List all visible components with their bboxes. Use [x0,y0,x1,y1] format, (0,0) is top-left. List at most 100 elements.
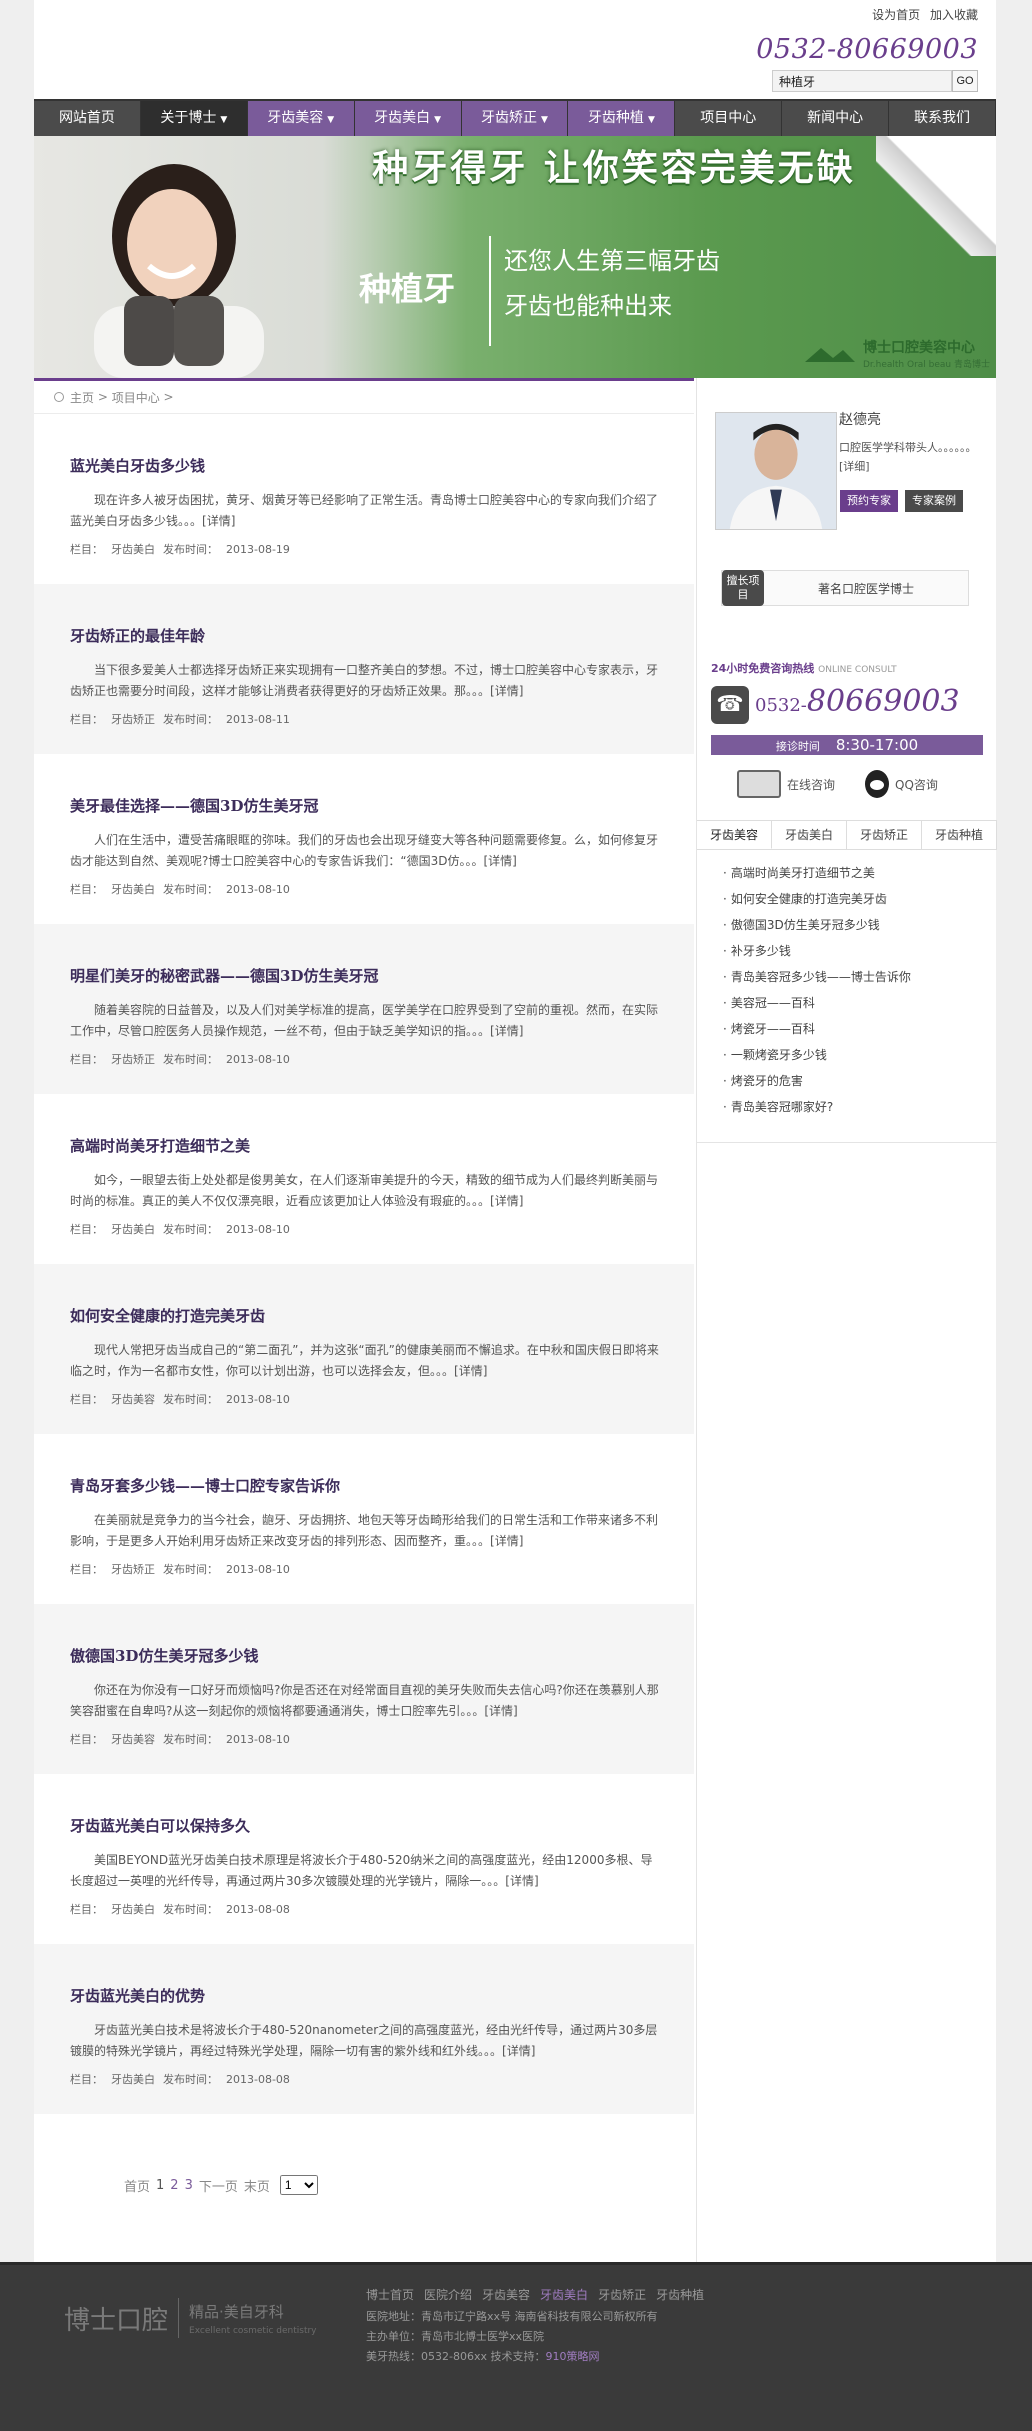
pager-first[interactable]: 首页 [124,2176,150,2195]
article-category[interactable]: 牙齿美白 [111,883,155,896]
article-more-link[interactable]: [详情] [490,684,523,698]
pager-page-3[interactable]: 3 [185,2178,193,2193]
nav-item-label: 牙齿种植 [587,110,644,126]
pager-next[interactable]: 下一页 [199,2176,238,2195]
footer-link[interactable]: 医院介绍 [424,2288,472,2302]
footer-link[interactable]: 牙齿矫正 [598,2288,646,2302]
article-title[interactable]: 牙齿矫正的最佳年龄 [70,625,205,646]
nav-item-4[interactable]: 牙齿矫正 ▼ [461,101,569,136]
article-category-prefix: 栏目： [70,1903,103,1916]
footer-logo-divider [178,2298,180,2338]
office-hours: 接诊时间 8:30-17:00 [711,735,983,755]
article-more-link[interactable]: [详情] [490,1534,523,1548]
article-more-link[interactable]: [详情] [454,1364,487,1378]
sidebar-link[interactable]: 高端时尚美牙打造细节之美 [723,860,911,886]
banner-subline-2: 牙齿也能种出来 [504,292,672,320]
article-more-link[interactable]: [详情] [490,1024,523,1038]
sidebar-link[interactable]: 烤瓷牙——百科 [723,1016,911,1042]
sidebar-tab-3[interactable]: 牙齿种植 [922,821,997,849]
online-consult-link[interactable]: 在线咨询 [737,770,835,798]
sidebar-link[interactable]: 美容冠——百科 [723,990,911,1016]
article-category[interactable]: 牙齿美容 [111,1393,155,1406]
article-title[interactable]: 青岛牙套多少钱——博士口腔专家告诉你 [70,1475,340,1496]
nav-item-label: 新闻中心 [807,110,864,126]
banner-subline-1: 还您人生第三幅牙齿 [504,247,720,275]
sidebar-tab-0[interactable]: 牙齿美容 [697,821,772,849]
footer-link[interactable]: 牙齿美白 [540,2288,588,2302]
breadcrumb-separator: > [159,390,174,404]
article-meta: 栏目： 牙齿美容 发布时间： 2013-08-10 [70,1391,298,1407]
article-meta: 栏目： 牙齿美白 发布时间： 2013-08-08 [70,1901,298,1917]
banner: 种牙得牙 让你笑容完美无缺 种植牙 还您人生第三幅牙齿 牙齿也能种出来 博士口腔… [34,136,996,378]
article-date: 2013-08-11 [226,713,290,726]
sidebar-link[interactable]: 青岛美容冠多少钱——博士告诉你 [723,964,911,990]
nav-item-1[interactable]: 关于博士 ▼ [140,101,248,136]
breadcrumb-separator: > [94,390,112,404]
sidebar-link[interactable]: 烤瓷牙的危害 [723,1068,911,1094]
search-button[interactable]: GO [952,70,978,92]
hotline-number: 0532-80669003 [755,684,960,719]
expert-desc-text: 口腔医学学科带头人。。。。。。 [839,441,977,454]
sidebar-link[interactable]: 青岛美容冠哪家好? [723,1094,911,1120]
nav-item-label: 项目中心 [700,110,757,126]
breadcrumb-current[interactable]: 项目中心 [112,389,160,406]
article-category[interactable]: 牙齿矫正 [111,1563,155,1576]
footer-link[interactable]: 博士首页 [366,2288,414,2302]
article-category[interactable]: 牙齿矫正 [111,1053,155,1066]
add-favorite-link[interactable]: 加入收藏 [930,8,978,22]
qq-consult-link[interactable]: QQ咨询 [865,770,938,798]
article-category[interactable]: 牙齿美容 [111,1733,155,1746]
article-more-link[interactable]: [详情] [483,854,516,868]
nav-item-8[interactable]: 联系我们 [889,101,997,136]
pager-select[interactable]: 1 [279,2175,318,2195]
article-more-link[interactable]: [详情] [490,1194,523,1208]
article-more-link[interactable]: [详情] [202,514,235,528]
article-title[interactable]: 美牙最佳选择——德国3D仿生美牙冠 [70,795,318,816]
sidebar-link-list: 高端时尚美牙打造细节之美如何安全健康的打造完美牙齿傲德国3D仿生美牙冠多少钱补牙… [723,860,911,1120]
article-title[interactable]: 牙齿蓝光美白的优势 [70,1985,205,2006]
sidebar-link[interactable]: 傲德国3D仿生美牙冠多少钱 [723,912,911,938]
article-more-link[interactable]: [详情] [484,1704,517,1718]
article-category[interactable]: 牙齿矫正 [111,713,155,726]
sidebar-tab-1[interactable]: 牙齿美白 [772,821,847,849]
footer-link[interactable]: 牙齿种植 [656,2288,704,2302]
article-title[interactable]: 蓝光美白牙齿多少钱 [70,455,205,476]
search-input[interactable] [772,70,952,92]
article-category[interactable]: 牙齿美白 [111,2073,155,2086]
set-homepage-link[interactable]: 设为首页 [872,8,920,22]
nav-item-5[interactable]: 牙齿种植 ▼ [568,101,676,136]
article-category[interactable]: 牙齿美白 [111,1223,155,1236]
article-item: 明星们美牙的秘密武器——德国3D仿生美牙冠 随着美容院的日益普及，以及人们对美学标… [34,924,694,1094]
article-title[interactable]: 牙齿蓝光美白可以保持多久 [70,1815,250,1836]
article-item: 如何安全健康的打造完美牙齿 现代人常把牙齿当成自己的“第二面孔”，并为这张“面孔”… [34,1264,694,1434]
article-title[interactable]: 高端时尚美牙打造细节之美 [70,1135,250,1156]
nav-item-6[interactable]: 项目中心 [675,101,783,136]
expert-more-link[interactable]: [详细] [839,460,870,473]
expert-photo [715,412,837,530]
article-category-prefix: 栏目： [70,883,103,896]
article-title[interactable]: 如何安全健康的打造完美牙齿 [70,1305,265,1326]
nav-item-7[interactable]: 新闻中心 [782,101,890,136]
sidebar-link[interactable]: 如何安全健康的打造完美牙齿 [723,886,911,912]
banner-logo: 博士口腔美容中心 Dr.health Oral beau 青岛博士 [803,337,990,370]
footer-link[interactable]: 牙齿美容 [482,2288,530,2302]
nav-item-0[interactable]: 网站首页 [34,101,141,136]
nav-item-2[interactable]: 牙齿美容 ▼ [247,101,355,136]
article-title[interactable]: 傲德国3D仿生美牙冠多少钱 [70,1645,258,1666]
book-expert-button[interactable]: 预约专家 [840,490,898,512]
pager-page-2[interactable]: 2 [170,2178,178,2193]
article-more-link[interactable]: [详情] [505,1874,538,1888]
article-date: 2013-08-10 [226,1733,290,1746]
article-more-link[interactable]: [详情] [502,2044,535,2058]
article-title[interactable]: 明星们美牙的秘密武器——德国3D仿生美牙冠 [70,965,378,986]
footer-support-link[interactable]: 910策略网 [545,2350,599,2363]
sidebar-link[interactable]: 补牙多少钱 [723,938,911,964]
sidebar-tab-2[interactable]: 牙齿矫正 [847,821,922,849]
breadcrumb-home[interactable]: 主页 [70,389,94,406]
sidebar-link[interactable]: 一颗烤瓷牙多少钱 [723,1042,911,1068]
article-category[interactable]: 牙齿美白 [111,543,155,556]
article-category[interactable]: 牙齿美白 [111,1903,155,1916]
pager-last[interactable]: 末页 [244,2176,270,2195]
expert-cases-button[interactable]: 专家案例 [905,490,963,512]
nav-item-3[interactable]: 牙齿美白 ▼ [354,101,462,136]
